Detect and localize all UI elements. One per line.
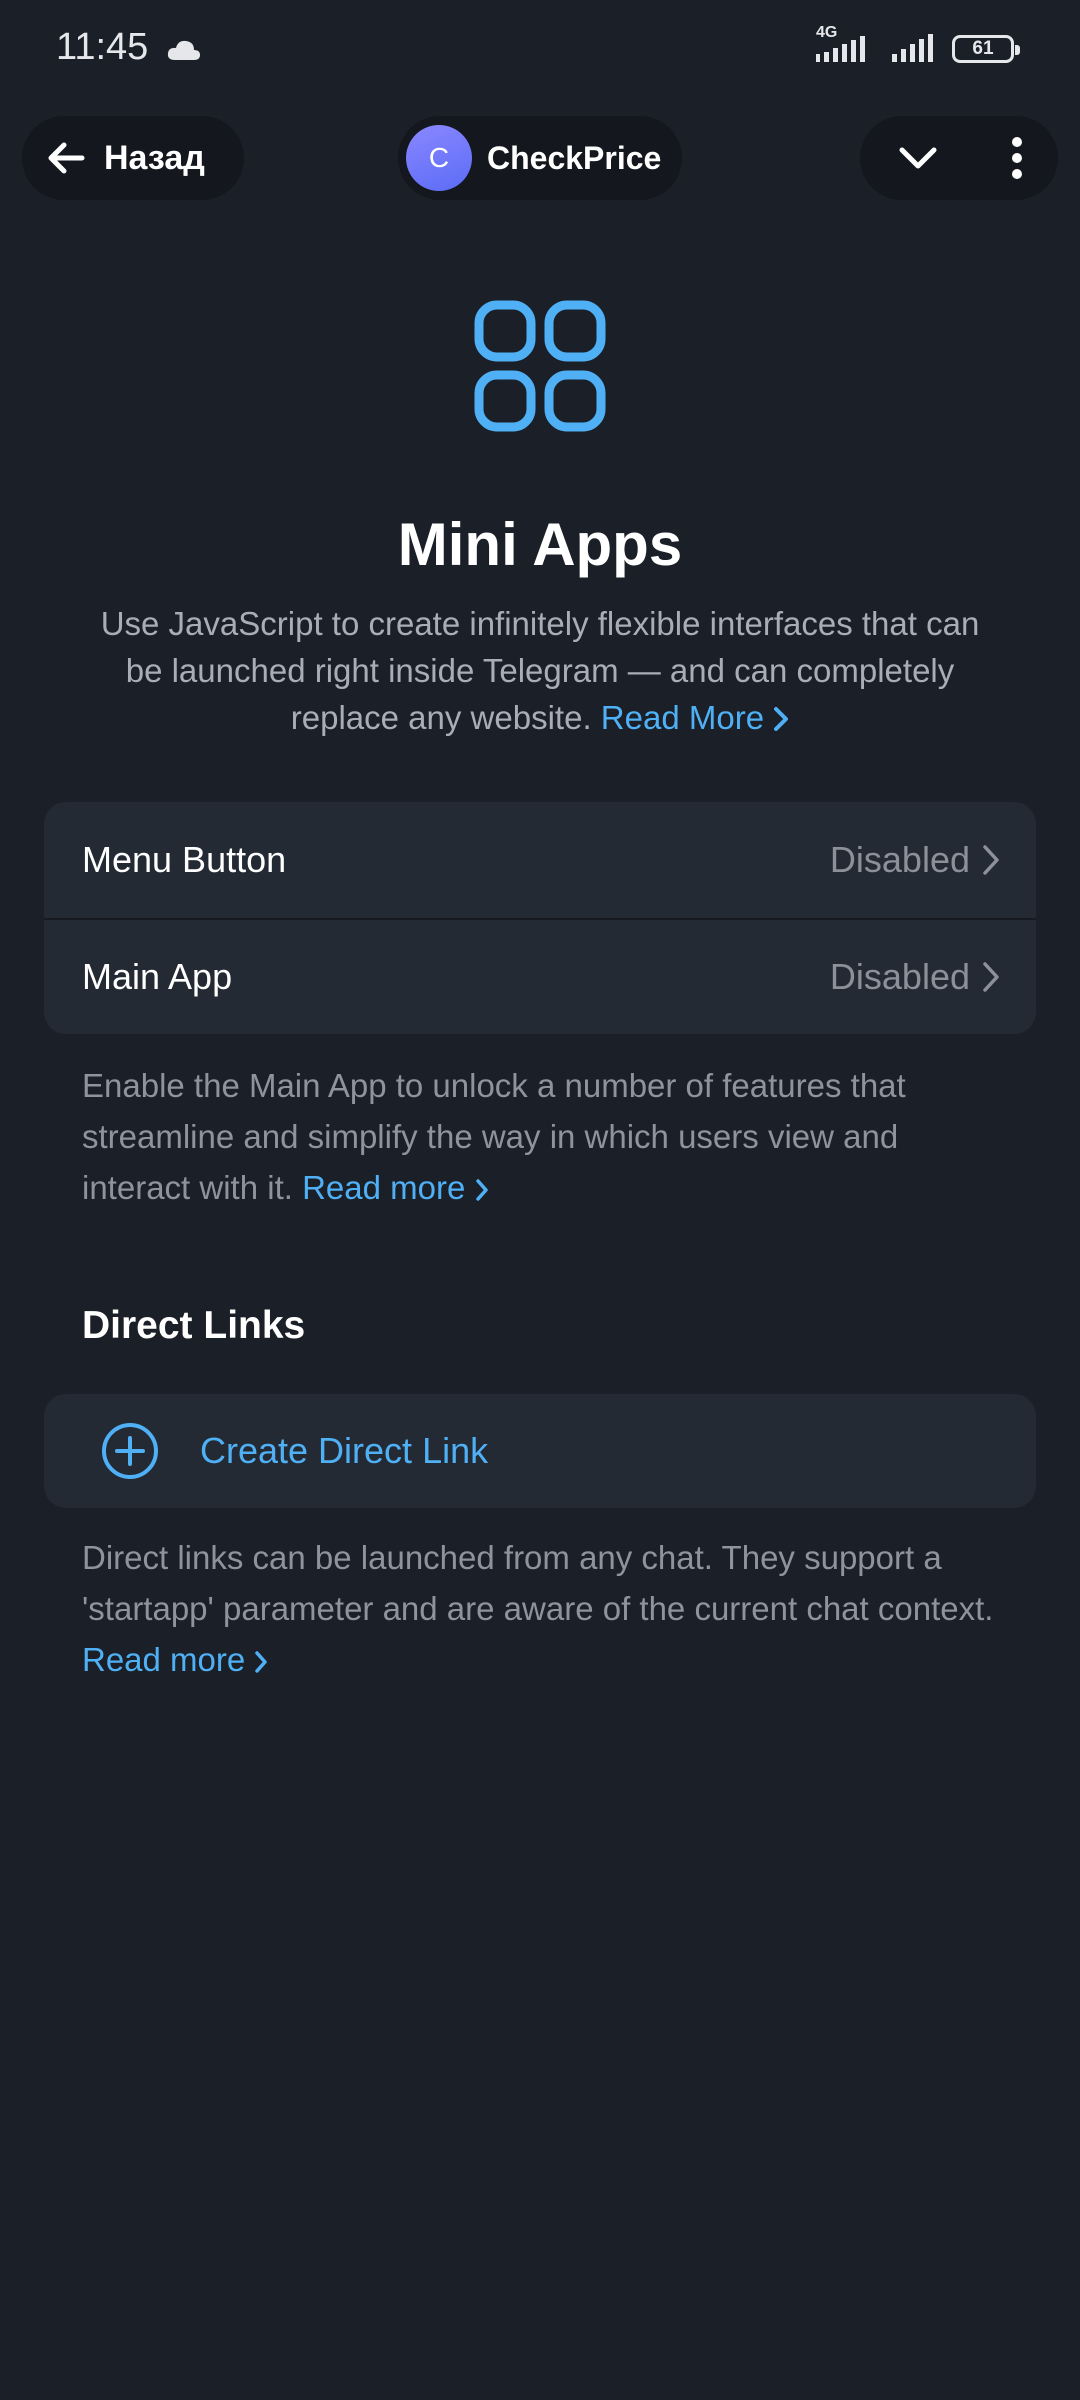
more-vertical-icon[interactable] (1010, 136, 1024, 180)
row-value: Disabled (830, 839, 1000, 881)
battery-icon: 61 (952, 35, 1020, 63)
direct-links-card: Create Direct Link (44, 1394, 1036, 1508)
page-title: Mini Apps (397, 511, 683, 578)
row-value: Disabled (830, 956, 1000, 998)
read-more-link[interactable]: Read more (82, 1641, 268, 1678)
read-more-label: Read more (302, 1169, 466, 1206)
create-direct-link-label: Create Direct Link (200, 1430, 489, 1471)
chevron-right-icon (475, 1179, 488, 1201)
battery-level: 61 (972, 38, 994, 59)
cell-signal-4g: 4G (816, 24, 878, 66)
battery-nub (1015, 45, 1020, 55)
cloud-icon (167, 40, 200, 60)
status-time: 11:45 (56, 26, 149, 68)
settings-card: Menu Button Disabled Main App Disabled (44, 802, 1036, 1034)
status-bar: 11:45 4G 61 (0, 0, 1080, 100)
chevron-right-icon (983, 845, 999, 875)
signal-icon (892, 34, 933, 62)
signal-icon (816, 36, 865, 62)
row-label: Menu Button (82, 839, 287, 880)
direct-links-note-text: Direct links can be launched from any ch… (82, 1539, 994, 1627)
section-title-direct-links: Direct Links (82, 1304, 306, 1347)
create-direct-link-button[interactable]: Create Direct Link (44, 1394, 1036, 1508)
back-button[interactable]: Назад (22, 116, 244, 200)
chevron-right-icon (983, 962, 999, 992)
back-label: Назад (104, 138, 205, 177)
chevron-down-icon[interactable] (896, 136, 940, 180)
avatar-letter: C (428, 142, 450, 173)
row-value-text: Disabled (829, 839, 970, 880)
main-app-note: Enable the Main App to unlock a number o… (82, 1060, 1002, 1213)
read-more-label: Read more (82, 1641, 246, 1678)
page-description: Use JavaScript to create infinitely flex… (90, 600, 990, 741)
read-more-label: Read More (600, 699, 765, 736)
chevron-right-icon (255, 1651, 268, 1673)
read-more-link[interactable]: Read More (601, 699, 789, 736)
row-value-text: Disabled (829, 956, 970, 997)
plus-circle-icon (102, 1423, 158, 1479)
menu-button-row[interactable]: Menu Button Disabled (44, 802, 1036, 918)
bot-title-button[interactable]: C CheckPrice (398, 116, 682, 200)
description-text: Use JavaScript to create infinitely flex… (100, 605, 980, 736)
mini-apps-grid-icon (474, 300, 606, 432)
bot-title: CheckPrice (487, 139, 662, 176)
main-app-row[interactable]: Main App Disabled (44, 918, 1036, 1034)
direct-links-note: Direct links can be launched from any ch… (82, 1532, 1002, 1685)
read-more-link[interactable]: Read more (302, 1169, 488, 1206)
status-icons: 4G 61 (816, 24, 1020, 66)
main-app-note-text: Enable the Main App to unlock a number o… (82, 1067, 906, 1206)
arrow-left-icon (48, 142, 85, 174)
avatar: C (406, 125, 472, 191)
row-label: Main App (82, 956, 233, 997)
chevron-right-icon (774, 707, 789, 731)
header-actions (860, 116, 1058, 200)
